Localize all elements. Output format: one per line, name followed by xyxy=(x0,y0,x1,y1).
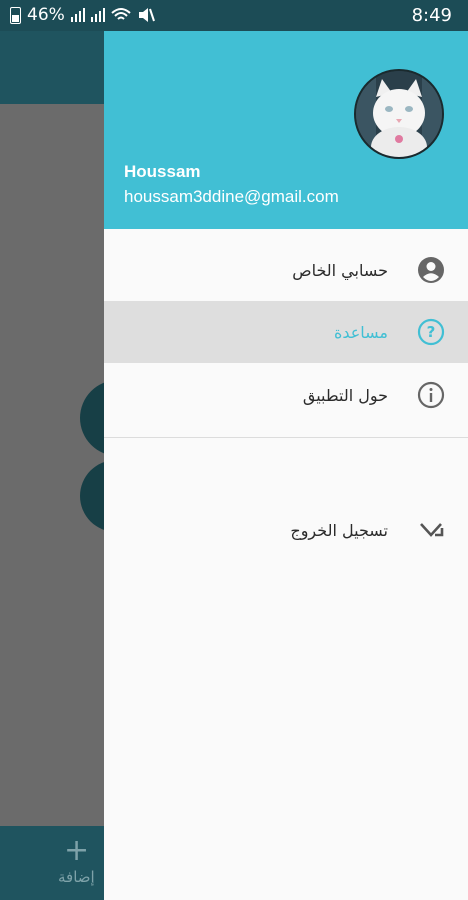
account-circle-icon xyxy=(416,255,446,285)
info-icon xyxy=(416,380,446,410)
background-content xyxy=(0,104,104,826)
mute-icon xyxy=(138,8,155,22)
menu-item-my-account[interactable]: حسابي الخاص xyxy=(104,239,468,301)
add-icon[interactable]: + xyxy=(64,836,89,866)
menu-item-label: حسابي الخاص xyxy=(292,260,388,280)
status-time: 8:49 xyxy=(411,5,452,26)
help-icon: ? xyxy=(416,317,446,347)
logout-arrow-icon xyxy=(416,515,446,545)
menu-item-about[interactable]: حول التطبيق xyxy=(104,364,468,426)
status-left: 46% xyxy=(10,5,155,25)
user-email: houssam3ddine@gmail.com xyxy=(124,187,339,206)
cat-avatar-icon xyxy=(356,71,442,157)
avatar[interactable] xyxy=(354,69,444,159)
battery-percent: 46% xyxy=(27,5,65,25)
menu-item-label: تسجيل الخروج xyxy=(290,520,388,540)
status-bar: 46% 8:49 xyxy=(0,0,468,31)
menu-item-logout[interactable]: تسجيل الخروج xyxy=(104,499,468,561)
svg-text:?: ? xyxy=(427,323,436,341)
divider xyxy=(104,437,468,438)
signal-icon xyxy=(70,8,85,22)
add-label[interactable]: إضافة xyxy=(58,868,95,886)
user-name: Houssam xyxy=(124,162,201,181)
battery-icon xyxy=(10,6,21,24)
drawer-header: Houssam houssam3ddine@gmail.com xyxy=(104,31,468,229)
menu-item-label: مساعدة xyxy=(333,322,388,342)
background-appbar xyxy=(0,31,104,104)
menu-item-help[interactable]: مساعدة ? xyxy=(104,301,468,363)
wifi-icon xyxy=(111,8,131,20)
menu-item-label: حول التطبيق xyxy=(302,385,388,405)
navigation-drawer: Houssam houssam3ddine@gmail.com حسابي ال… xyxy=(104,31,468,900)
signal-icon-2 xyxy=(90,8,105,22)
